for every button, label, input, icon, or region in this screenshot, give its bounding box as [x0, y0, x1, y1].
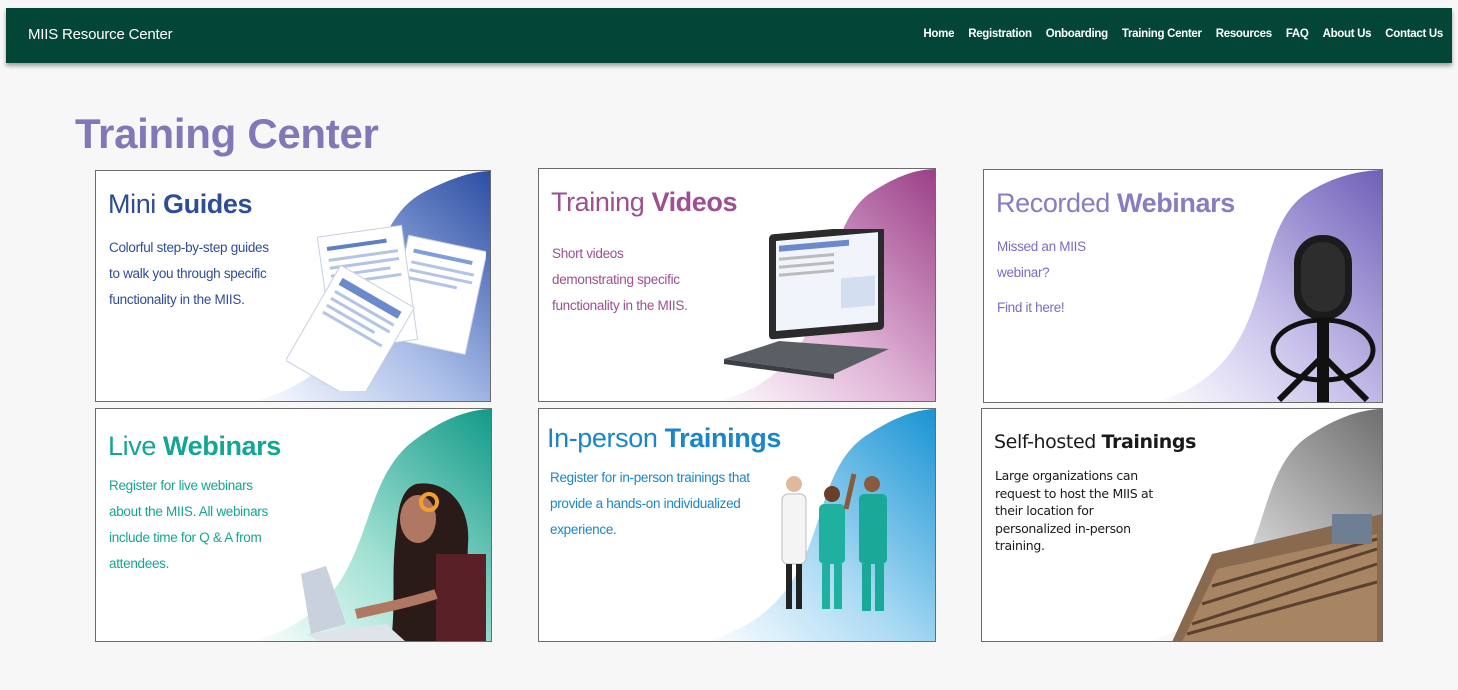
documents-illustration [286, 224, 486, 391]
nav-resources[interactable]: Resources [1216, 28, 1272, 40]
card-find-link[interactable]: Find it here! [997, 300, 1065, 315]
brand-link[interactable]: MIIS Resource Center [28, 26, 173, 43]
nav-training-center[interactable]: Training Center [1122, 28, 1202, 40]
main-nav: Home Registration Onboarding Training Ce… [909, 28, 1443, 40]
medical-staff-illustration [781, 473, 887, 611]
card-description: Register for in-person trainings that pr… [550, 470, 750, 537]
card-title: Recorded Webinars [996, 188, 1235, 218]
card-in-person-trainings[interactable]: In-person Trainings Register for in-pers… [538, 408, 936, 642]
card-description: Register for live webinars about the MII… [109, 478, 268, 571]
card-description: Missed an MIIS webinar? [997, 239, 1086, 280]
woman-laptop-illustration [301, 483, 486, 641]
nav-onboarding[interactable]: Onboarding [1046, 28, 1108, 40]
card-description: Short videos demonstrating specific func… [552, 246, 688, 313]
page-title: Training Center [75, 110, 379, 157]
nav-home[interactable]: Home [923, 28, 954, 40]
nav-contact-us[interactable]: Contact Us [1385, 28, 1443, 40]
nav-about-us[interactable]: About Us [1323, 28, 1372, 40]
card-live-webinars[interactable]: Live Webinars Register for live webinars… [95, 408, 492, 642]
card-self-hosted-trainings[interactable]: Self-hosted Trainings Large organization… [981, 408, 1383, 642]
nav-faq[interactable]: FAQ [1286, 28, 1309, 40]
lecture-hall-illustration [1172, 514, 1382, 641]
card-title: Live Webinars [108, 431, 281, 461]
card-description: Colorful step-by-step guides to walk you… [109, 240, 269, 307]
card-description: Large organizations can request to host … [995, 468, 1153, 553]
microphone-illustration [1270, 235, 1376, 402]
card-title: Mini Guides [108, 189, 253, 219]
card-title: In-person Trainings [547, 423, 782, 453]
card-mini-guides[interactable]: Mini Guides Colorful step-by-step guides… [95, 170, 491, 402]
nav-registration[interactable]: Registration [968, 28, 1032, 40]
card-recorded-webinars[interactable]: Recorded Webinars Missed an MIIS webinar… [983, 169, 1383, 403]
card-title: Training Videos [551, 187, 738, 217]
card-training-videos[interactable]: Training Videos Short videos demonstrati… [538, 168, 936, 402]
card-title: Self-hosted Trainings [994, 431, 1196, 453]
top-navbar: MIIS Resource Center Home Registration O… [6, 8, 1452, 63]
laptop-illustration [724, 229, 889, 379]
